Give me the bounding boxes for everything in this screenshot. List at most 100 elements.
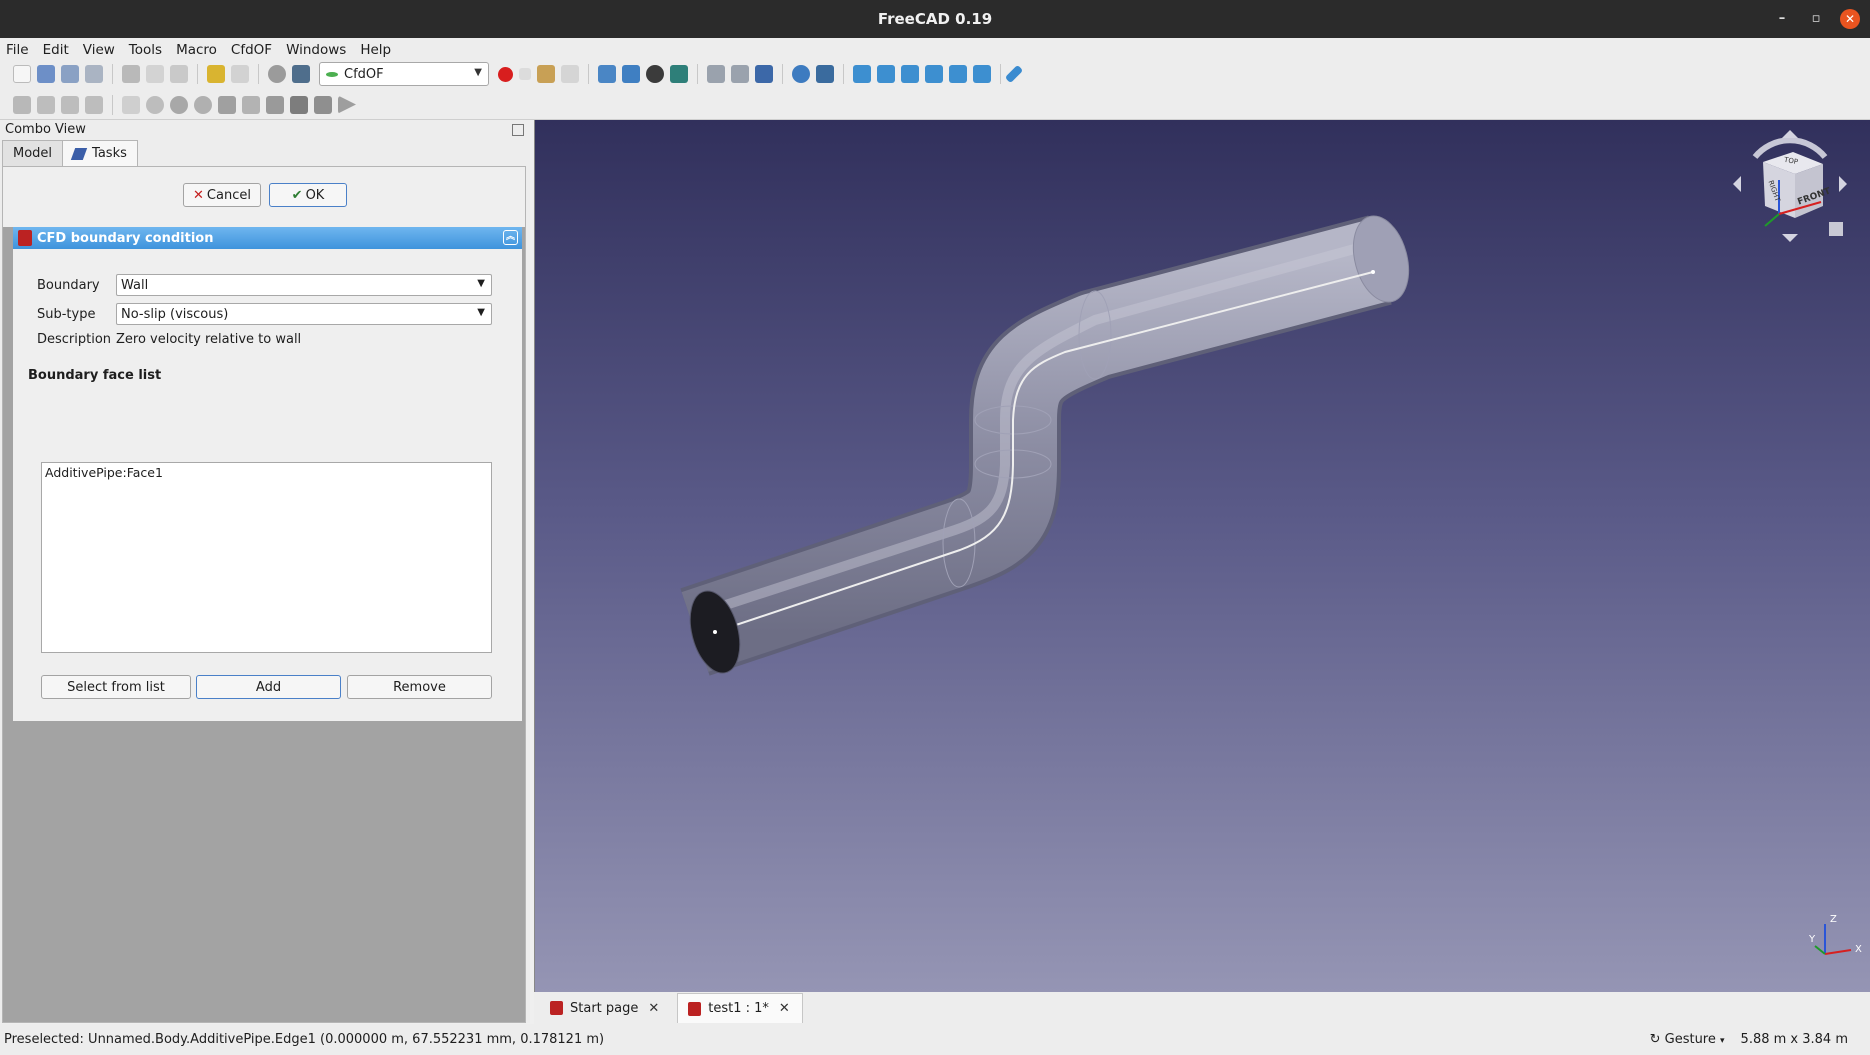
menu-cfdof[interactable]: CfdOF bbox=[231, 42, 272, 58]
close-icon[interactable]: ✕ bbox=[648, 1001, 659, 1016]
fit-selection-icon[interactable] bbox=[622, 65, 640, 83]
initialise-icon[interactable] bbox=[122, 95, 140, 114]
porous-zone-icon[interactable] bbox=[170, 95, 188, 114]
menu-file[interactable]: File bbox=[6, 42, 29, 58]
new-icon[interactable] bbox=[13, 65, 31, 83]
menu-edit[interactable]: Edit bbox=[43, 42, 69, 58]
navigation-cube[interactable]: FRONT TOP RIGHT bbox=[1725, 122, 1855, 250]
dynamic-mesh-icon[interactable] bbox=[242, 95, 260, 114]
chevron-down-icon: ▾ bbox=[1720, 1036, 1725, 1046]
combo-view: Combo View Model Tasks ✕ Cancel ✔ OK CFD… bbox=[0, 120, 530, 1023]
restore-icon[interactable]: ▫ bbox=[1806, 9, 1826, 29]
navigation-style[interactable]: ↻ Gesture ▾ bbox=[1650, 1032, 1725, 1047]
main-toolbar: CfdOF ▼ bbox=[0, 58, 1870, 90]
document-tab-bar: Start page ✕ test1 : 1* ✕ bbox=[534, 992, 1870, 1024]
3d-viewport[interactable]: FRONT TOP RIGHT Z X Y bbox=[534, 120, 1870, 992]
tab-tasks[interactable]: Tasks bbox=[62, 140, 138, 166]
float-panel-icon[interactable] bbox=[512, 124, 524, 136]
menu-help[interactable]: Help bbox=[360, 42, 391, 58]
close-icon[interactable]: ✕ bbox=[1840, 9, 1860, 29]
freecad-icon bbox=[18, 230, 32, 246]
boundary-condition-icon[interactable] bbox=[85, 95, 103, 114]
face-list-title: Boundary face list bbox=[28, 368, 162, 383]
ok-button[interactable]: ✔ OK bbox=[269, 183, 347, 207]
zoom-icon[interactable] bbox=[792, 65, 810, 83]
subtype-value: No-slip (viscous) bbox=[121, 306, 229, 322]
gesture-icon: ↻ bbox=[1649, 1032, 1661, 1047]
cfdof-leaf-icon bbox=[326, 72, 338, 77]
list-item[interactable]: AdditivePipe:Face1 bbox=[45, 465, 163, 480]
draw-style-icon[interactable] bbox=[646, 65, 664, 83]
physics-model-icon[interactable] bbox=[37, 95, 55, 114]
save-icon[interactable] bbox=[61, 65, 79, 83]
run-macro-icon[interactable] bbox=[561, 65, 579, 83]
save-as-icon[interactable] bbox=[85, 65, 103, 83]
boundary-label: Boundary bbox=[37, 278, 100, 293]
menu-windows[interactable]: Windows bbox=[286, 42, 346, 58]
undo-icon[interactable] bbox=[207, 65, 225, 83]
close-icon[interactable]: ✕ bbox=[779, 1001, 790, 1016]
pipe-model[interactable] bbox=[535, 120, 1870, 992]
scalar-transport-icon[interactable] bbox=[266, 95, 284, 114]
reporting-icon[interactable] bbox=[290, 95, 308, 114]
copy-icon[interactable] bbox=[146, 65, 164, 83]
analysis-icon[interactable] bbox=[13, 95, 31, 114]
select-from-list-button[interactable]: Select from list bbox=[41, 675, 191, 699]
stop-macro-icon[interactable] bbox=[519, 68, 531, 80]
add-button[interactable]: Add bbox=[196, 675, 341, 699]
front-view-icon[interactable] bbox=[853, 65, 871, 83]
whats-this-icon[interactable] bbox=[292, 65, 310, 83]
solver-icon[interactable] bbox=[314, 95, 332, 114]
cancel-label: Cancel bbox=[206, 187, 251, 203]
mesh-refinement-icon[interactable] bbox=[218, 95, 236, 114]
tab-model[interactable]: Model bbox=[2, 140, 64, 166]
cancel-button[interactable]: ✕ Cancel bbox=[183, 183, 261, 207]
top-view-icon[interactable] bbox=[877, 65, 895, 83]
description-label: Description bbox=[37, 332, 112, 347]
back-icon[interactable] bbox=[707, 65, 725, 83]
bounding-box-icon[interactable] bbox=[670, 65, 688, 83]
panel-header: CFD boundary condition ︽ bbox=[13, 227, 522, 249]
isometric-view-icon[interactable] bbox=[816, 65, 834, 83]
right-view-icon[interactable] bbox=[901, 65, 919, 83]
redo-icon[interactable] bbox=[231, 65, 249, 83]
menu-view[interactable]: View bbox=[83, 42, 115, 58]
fluid-properties-icon[interactable] bbox=[61, 95, 79, 114]
face-list[interactable]: AdditivePipe:Face1 bbox=[41, 462, 492, 653]
zone-icon[interactable] bbox=[146, 95, 164, 114]
axis-z-label: Z bbox=[1830, 914, 1837, 925]
cfdof-toolbar bbox=[0, 90, 1870, 120]
collapse-icon[interactable]: ︽ bbox=[503, 230, 518, 245]
doc-tab-label: Start page bbox=[570, 1000, 639, 1016]
bottom-view-icon[interactable] bbox=[949, 65, 967, 83]
remove-button[interactable]: Remove bbox=[347, 675, 492, 699]
rear-view-icon[interactable] bbox=[925, 65, 943, 83]
doc-tab-label: test1 : 1* bbox=[708, 1001, 769, 1016]
boundary-select[interactable]: Wall ▼ bbox=[116, 274, 492, 296]
menu-tools[interactable]: Tools bbox=[129, 42, 162, 58]
status-message: Preselected: Unnamed.Body.AdditivePipe.E… bbox=[4, 1032, 605, 1047]
doc-tab-start-page[interactable]: Start page ✕ bbox=[540, 993, 671, 1023]
mesh-icon[interactable] bbox=[194, 95, 212, 114]
refresh-icon[interactable] bbox=[268, 65, 286, 83]
run-icon[interactable] bbox=[338, 95, 356, 114]
subtype-select[interactable]: No-slip (viscous) ▼ bbox=[116, 303, 492, 325]
open-icon[interactable] bbox=[37, 65, 55, 83]
record-macro-icon[interactable] bbox=[498, 66, 513, 82]
menu-macro[interactable]: Macro bbox=[176, 42, 217, 58]
minimize-icon[interactable]: – bbox=[1772, 9, 1792, 29]
measure-icon[interactable] bbox=[1004, 64, 1024, 84]
macro-editor-icon[interactable] bbox=[537, 65, 555, 83]
doc-tab-test1[interactable]: test1 : 1* ✕ bbox=[677, 993, 803, 1023]
workbench-selector[interactable]: CfdOF ▼ bbox=[319, 62, 489, 86]
fit-all-icon[interactable] bbox=[598, 65, 616, 83]
left-view-icon[interactable] bbox=[973, 65, 991, 83]
cut-icon[interactable] bbox=[122, 65, 140, 83]
chevron-down-icon: ▼ bbox=[474, 67, 482, 78]
navigation-cube-graphic[interactable] bbox=[1725, 122, 1855, 250]
view-dimensions: 5.88 m x 3.84 m bbox=[1740, 1032, 1848, 1047]
sync-view-icon[interactable] bbox=[755, 65, 773, 83]
paste-icon[interactable] bbox=[170, 65, 188, 83]
boundary-value: Wall bbox=[121, 277, 149, 293]
forward-icon[interactable] bbox=[731, 65, 749, 83]
